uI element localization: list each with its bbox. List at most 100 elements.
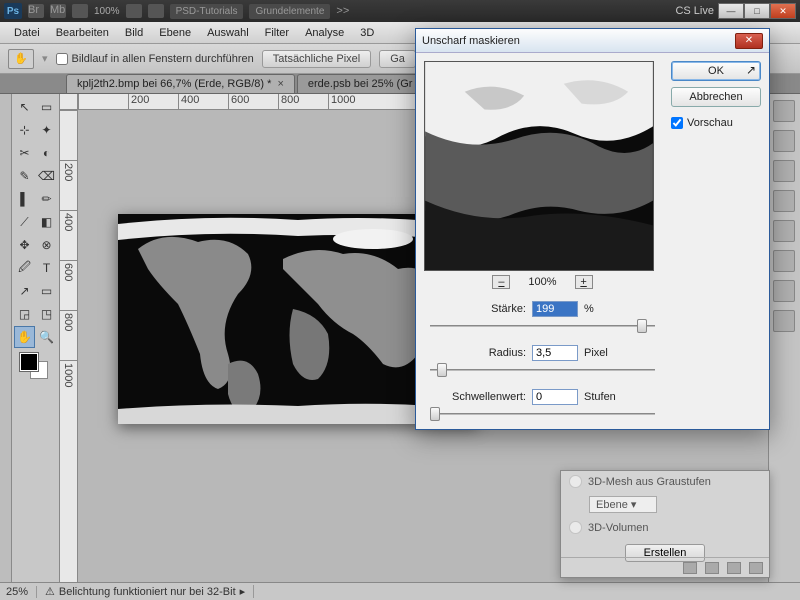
magic-wand-tool[interactable]: ✦ bbox=[36, 119, 57, 141]
eraser-tool[interactable]: ⟋ bbox=[14, 211, 35, 233]
ruler-vertical: 2004006008001000 bbox=[60, 110, 78, 582]
menu-ebene[interactable]: Ebene bbox=[151, 23, 199, 43]
move-tool[interactable]: ↖ bbox=[14, 96, 35, 118]
ruler-corner bbox=[60, 94, 78, 110]
menu-datei[interactable]: Datei bbox=[6, 23, 48, 43]
crop-tool[interactable]: ✂ bbox=[14, 142, 35, 164]
radius-input[interactable] bbox=[532, 345, 578, 361]
pen-tool[interactable]: 🖉 bbox=[14, 257, 35, 279]
volume-radio[interactable] bbox=[569, 521, 582, 534]
healing-tool[interactable]: ✎ bbox=[14, 165, 35, 187]
preview-checkbox-label: Vorschau bbox=[687, 117, 733, 129]
status-zoom[interactable]: 25% bbox=[6, 586, 37, 598]
3d-tool[interactable]: ◲ bbox=[14, 303, 35, 325]
close-icon[interactable]: × bbox=[277, 78, 283, 90]
source-select[interactable]: Ebene ▾ bbox=[589, 496, 657, 513]
dialog-unsharp-mask[interactable]: Unscharf maskieren ✕ – 100% + Stä bbox=[415, 28, 770, 430]
toolbox: ↖ ▭ ⊹ ✦ ✂ ◐ ✎ ⌫ ▌ ✏ ⟋ ◧ ✥ ⊗ 🖉 T ↗ ▭ ◲ ◳ … bbox=[12, 94, 60, 582]
view-icon[interactable] bbox=[126, 4, 142, 18]
bridge-icon[interactable]: Br bbox=[28, 4, 44, 18]
menu-auswahl[interactable]: Auswahl bbox=[199, 23, 257, 43]
panel-icon[interactable] bbox=[773, 220, 795, 242]
stamp-tool[interactable]: ▌ bbox=[14, 188, 35, 210]
menu-3d[interactable]: 3D bbox=[352, 23, 382, 43]
workspace-more[interactable]: >> bbox=[336, 5, 349, 17]
menu-bearbeiten[interactable]: Bearbeiten bbox=[48, 23, 117, 43]
shape-tool[interactable]: ▭ bbox=[36, 280, 57, 302]
foreground-swatch[interactable] bbox=[20, 353, 38, 371]
panel-icon[interactable] bbox=[773, 250, 795, 272]
zoom-value: 100% bbox=[528, 276, 556, 288]
preview-checkbox-input[interactable] bbox=[671, 117, 683, 129]
fit-screen-button[interactable]: Ga bbox=[379, 50, 416, 68]
panel-icon[interactable] bbox=[773, 310, 795, 332]
header-zoom[interactable]: 100% bbox=[94, 6, 120, 17]
zoom-in-button[interactable]: + bbox=[575, 275, 593, 289]
app-close-button[interactable]: ✕ bbox=[770, 3, 796, 19]
menu-filter[interactable]: Filter bbox=[257, 23, 297, 43]
panel-3d[interactable]: 3D-Mesh aus Graustufen Ebene ▾ 3D-Volume… bbox=[560, 470, 770, 578]
threshold-slider[interactable] bbox=[430, 407, 655, 421]
panel-icon[interactable] bbox=[773, 160, 795, 182]
app-maximize-button[interactable]: □ bbox=[744, 3, 770, 19]
workspace-tab-1[interactable]: PSD-Tutorials bbox=[170, 4, 244, 19]
workspace-tab-2[interactable]: Grundelemente bbox=[249, 4, 330, 19]
strength-input[interactable] bbox=[532, 301, 578, 317]
strength-slider[interactable] bbox=[430, 319, 655, 333]
menu-bild[interactable]: Bild bbox=[117, 23, 151, 43]
mesh-label: 3D-Mesh aus Graustufen bbox=[588, 476, 711, 488]
window-chrome: Ps Br Mb 100% PSD-Tutorials Grundelement… bbox=[0, 0, 800, 22]
trash-icon[interactable] bbox=[749, 562, 763, 574]
type-tool[interactable]: T bbox=[36, 257, 57, 279]
preview-checkbox[interactable]: Vorschau bbox=[671, 117, 761, 129]
threshold-unit: Stufen bbox=[584, 391, 616, 403]
history-brush-tool[interactable]: ✏ bbox=[36, 188, 57, 210]
panel-foot-icon[interactable] bbox=[727, 562, 741, 574]
app-logo: Ps bbox=[4, 3, 22, 19]
cs-live[interactable]: CS Live bbox=[675, 5, 714, 17]
marquee-tool[interactable]: ▭ bbox=[36, 96, 57, 118]
dialog-titlebar[interactable]: Unscharf maskieren ✕ bbox=[416, 29, 769, 53]
camera-tool[interactable]: ◳ bbox=[36, 303, 57, 325]
panel-icon[interactable] bbox=[773, 280, 795, 302]
cancel-button[interactable]: Abbrechen bbox=[671, 87, 761, 107]
app-minimize-button[interactable]: — bbox=[718, 3, 744, 19]
panel-icon[interactable] bbox=[773, 130, 795, 152]
current-tool-icon[interactable]: ✋ bbox=[8, 49, 34, 69]
color-swatches[interactable] bbox=[14, 349, 57, 381]
scroll-all-checkbox[interactable]: Bildlauf in allen Fenstern durchführen bbox=[56, 53, 254, 65]
dialog-close-button[interactable]: ✕ bbox=[735, 33, 763, 49]
ok-button[interactable]: OK bbox=[671, 61, 761, 81]
scroll-all-input[interactable] bbox=[56, 53, 68, 65]
radius-label: Radius: bbox=[424, 347, 526, 359]
path-select-tool[interactable]: ↗ bbox=[14, 280, 35, 302]
zoom-tool[interactable]: 🔍 bbox=[36, 326, 57, 348]
eyedropper-tool[interactable]: ◐ bbox=[36, 142, 57, 164]
status-message: ⚠Belichtung funktioniert nur bei 32-Bit▸ bbox=[45, 585, 254, 598]
strength-label: Stärke: bbox=[424, 303, 526, 315]
panel-foot-icon[interactable] bbox=[705, 562, 719, 574]
radius-unit: Pixel bbox=[584, 347, 608, 359]
hand-tool[interactable]: ✋ bbox=[14, 326, 35, 348]
screen-mode-icon[interactable] bbox=[148, 4, 164, 18]
layout-icon[interactable] bbox=[72, 4, 88, 18]
minibridge-icon[interactable]: Mb bbox=[50, 4, 66, 18]
zoom-out-button[interactable]: – bbox=[492, 275, 510, 289]
gradient-tool[interactable]: ◧ bbox=[36, 211, 57, 233]
actual-pixels-button[interactable]: Tatsächliche Pixel bbox=[262, 50, 371, 68]
document-tab-1[interactable]: kplj2th2.bmp bei 66,7% (Erde, RGB/8) *× bbox=[66, 74, 295, 93]
menu-analyse[interactable]: Analyse bbox=[297, 23, 352, 43]
blur-tool[interactable]: ✥ bbox=[14, 234, 35, 256]
panel-foot-icon[interactable] bbox=[683, 562, 697, 574]
panel-icon[interactable] bbox=[773, 190, 795, 212]
scroll-all-label: Bildlauf in allen Fenstern durchführen bbox=[72, 53, 254, 65]
brush-tool[interactable]: ⌫ bbox=[36, 165, 57, 187]
threshold-input[interactable] bbox=[532, 389, 578, 405]
dodge-tool[interactable]: ⊗ bbox=[36, 234, 57, 256]
status-bar: 25% ⚠Belichtung funktioniert nur bei 32-… bbox=[0, 582, 800, 600]
mesh-radio[interactable] bbox=[569, 475, 582, 488]
lasso-tool[interactable]: ⊹ bbox=[14, 119, 35, 141]
radius-slider[interactable] bbox=[430, 363, 655, 377]
panel-icon[interactable] bbox=[773, 100, 795, 122]
dialog-preview[interactable] bbox=[424, 61, 654, 271]
